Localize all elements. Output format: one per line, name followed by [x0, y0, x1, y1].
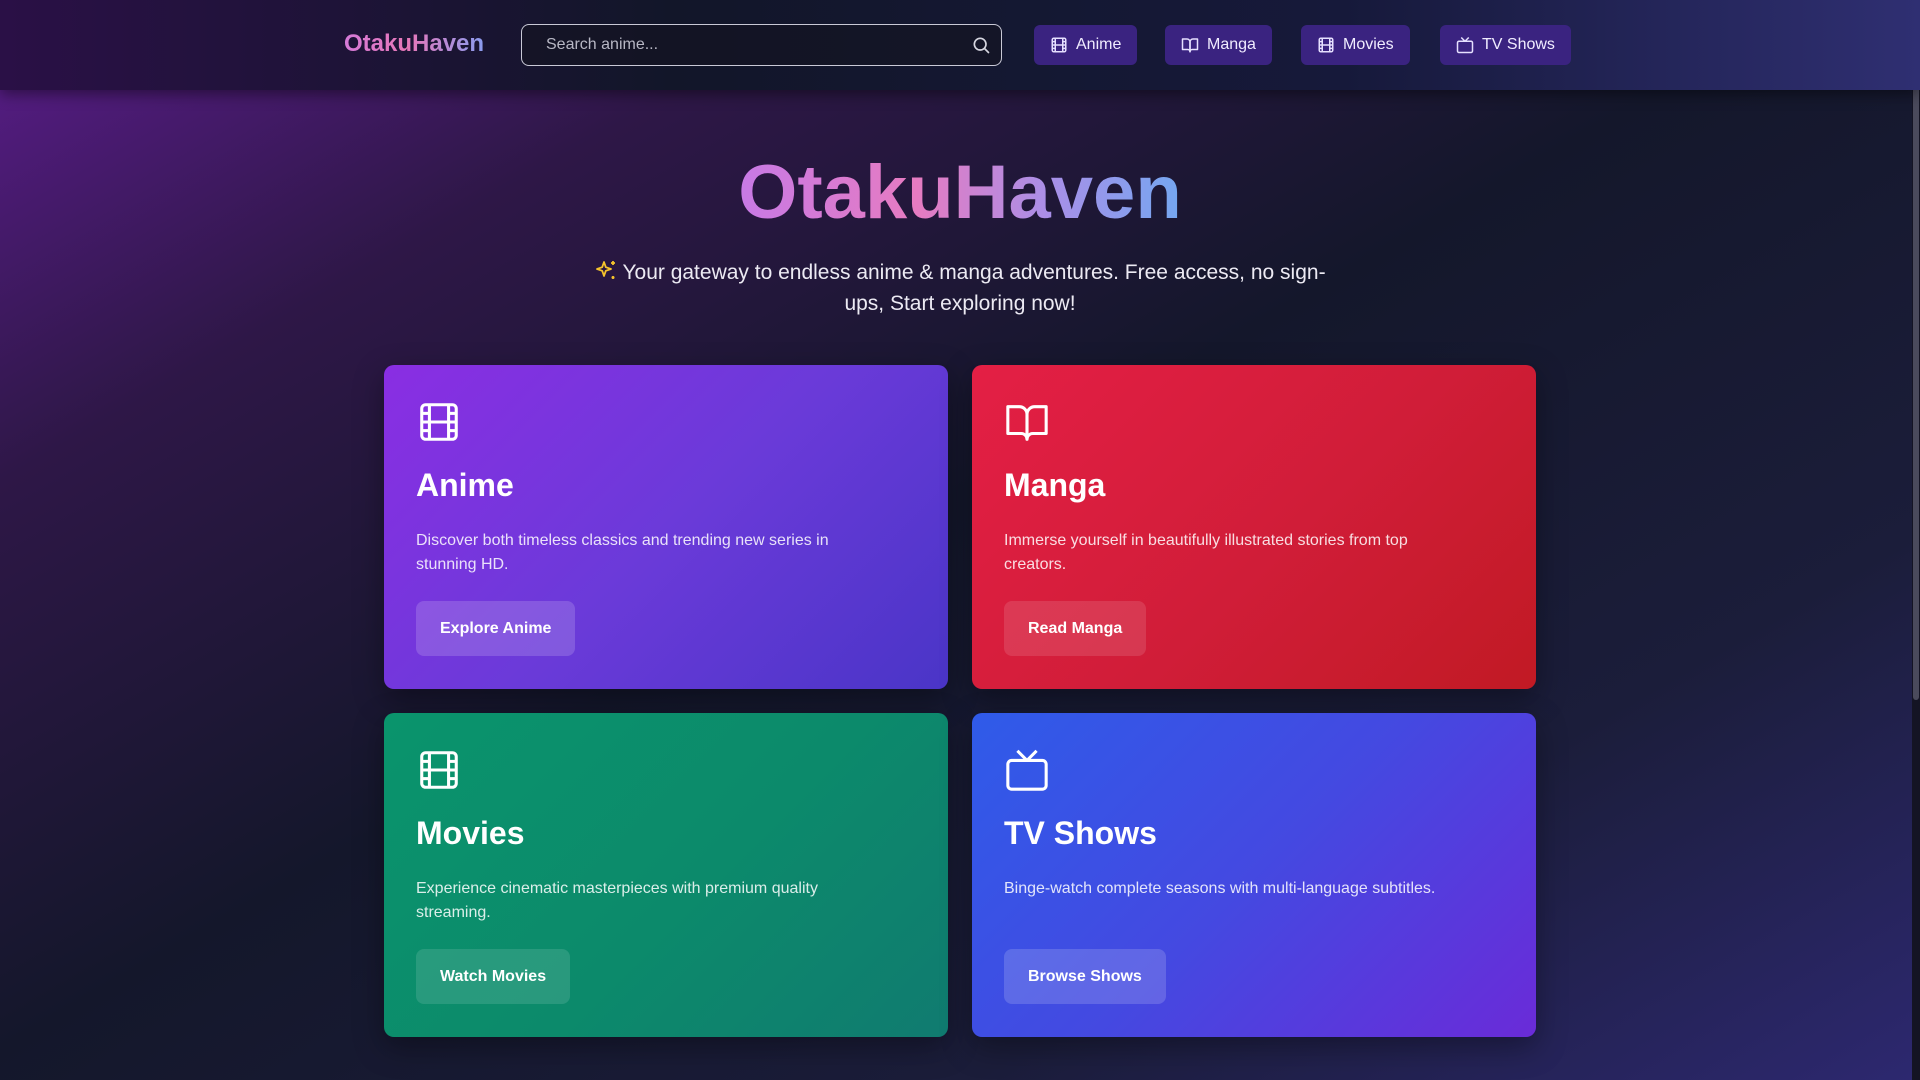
site-logo[interactable]: OtakuHaven [344, 30, 484, 58]
film-icon [1318, 37, 1334, 53]
nav-button-tv-shows[interactable]: TV Shows [1440, 25, 1571, 65]
nav-button-manga[interactable]: Manga [1165, 25, 1272, 65]
nav-label: TV Shows [1482, 36, 1555, 53]
tv-icon [1006, 749, 1048, 791]
read-manga-button[interactable]: Read Manga [1004, 601, 1147, 656]
card-title: TV Shows [1004, 815, 1157, 851]
search-input[interactable] [522, 25, 1001, 65]
tagline-text: Your gateway to endless anime & manga ad… [622, 261, 1326, 315]
card-description: Binge-watch complete seasons with multi-… [1004, 880, 1436, 897]
nav-button-movies[interactable]: Movies [1301, 25, 1410, 65]
nav-label: Manga [1207, 36, 1256, 53]
film-icon [1051, 37, 1067, 53]
explore-anime-button[interactable]: Explore Anime [416, 601, 576, 656]
hero-title: OtakuHaven [738, 150, 1182, 235]
card-title: Manga [1004, 467, 1106, 503]
film-icon [420, 403, 458, 441]
tv-icon [1456, 36, 1474, 54]
card-description: Experience cinematic masterpieces with p… [416, 880, 818, 921]
browse-shows-button[interactable]: Browse Shows [1004, 949, 1166, 1004]
card-title: Anime [416, 467, 514, 503]
card-description: Discover both timeless classics and tren… [416, 532, 829, 573]
watch-movies-button[interactable]: Watch Movies [416, 949, 571, 1004]
card-description: Immerse yourself in beautifully illustra… [1004, 532, 1408, 573]
top-nav-bar: OtakuHaven Anime Manga Movies TV Shows [0, 0, 1920, 90]
search-box [521, 24, 1002, 66]
book-open-icon [1181, 38, 1199, 53]
nav-label: Anime [1076, 36, 1122, 53]
nav-button-anime[interactable]: Anime [1034, 25, 1138, 65]
page-scrollbar[interactable] [1912, 0, 1920, 1080]
category-card-movies[interactable]: Movies Experience cinematic masterpieces… [384, 713, 948, 1037]
hero-tagline: Your gateway to endless anime & manga ad… [580, 257, 1340, 319]
card-title: Movies [416, 815, 525, 851]
search-icon[interactable] [971, 35, 991, 55]
scrollbar-thumb[interactable] [1913, 0, 1919, 700]
category-card-manga[interactable]: Manga Immerse yourself in beautifully il… [972, 365, 1536, 689]
book-open-icon [1006, 405, 1048, 441]
category-card-anime[interactable]: Anime Discover both timeless classics an… [384, 365, 948, 689]
nav-label: Movies [1343, 36, 1394, 53]
film-icon [420, 751, 458, 789]
sparkles-icon [596, 261, 616, 279]
category-card-tv-shows[interactable]: TV Shows Binge-watch complete seasons wi… [972, 713, 1536, 1037]
